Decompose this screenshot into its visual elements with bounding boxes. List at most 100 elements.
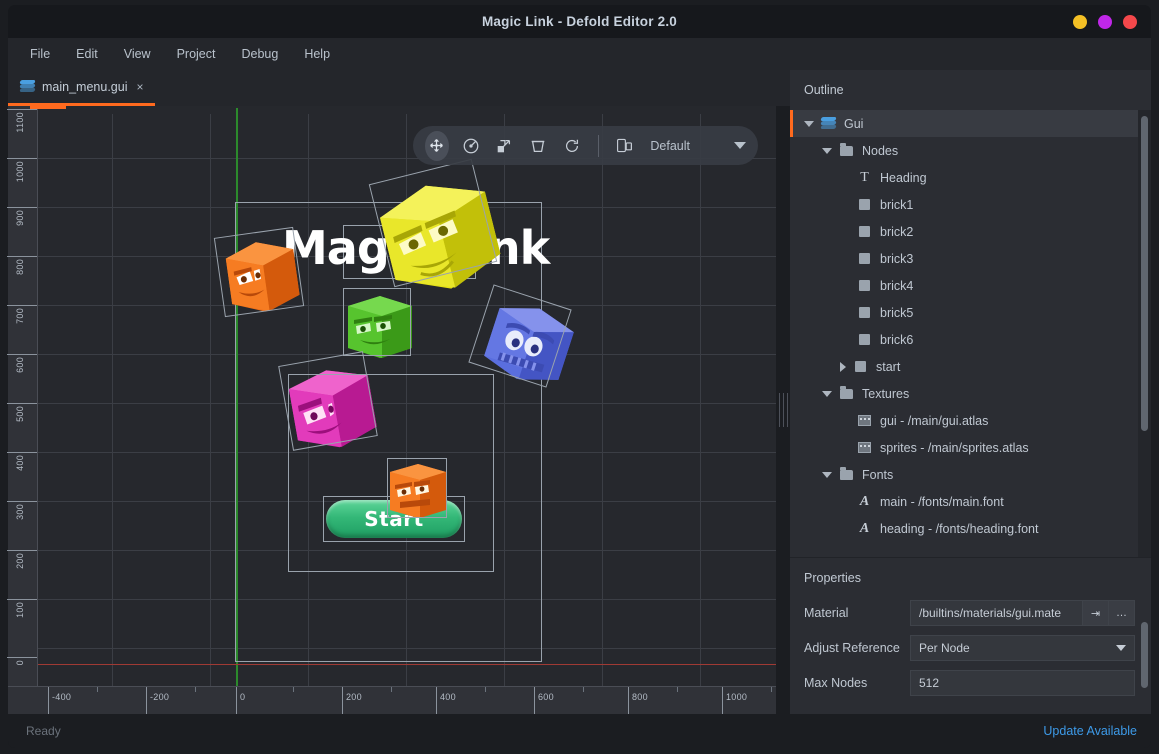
- outline-row-label: Nodes: [862, 144, 898, 158]
- outline-row-start[interactable]: start: [790, 353, 1151, 380]
- ruler-v-label: 900: [15, 210, 25, 226]
- outline-row-brick1[interactable]: brick1: [790, 191, 1151, 218]
- outline-row-label: gui - /main/gui.atlas: [880, 414, 988, 428]
- atlas-icon: [856, 415, 873, 426]
- outline-scrollbar-thumb[interactable]: [1141, 116, 1148, 431]
- close-button[interactable]: [1123, 15, 1137, 29]
- outline-row-main[interactable]: Amain - /fonts/main.font: [790, 488, 1151, 515]
- outline-row-brick2[interactable]: brick2: [790, 218, 1151, 245]
- tab-main-menu-gui[interactable]: main_menu.gui ×: [8, 70, 155, 106]
- twisty-open-icon[interactable]: [804, 121, 814, 127]
- outline-row-label: brick3: [880, 252, 913, 266]
- outline-row-brick6[interactable]: brick6: [790, 326, 1151, 353]
- scale-tool-button[interactable]: [493, 131, 517, 161]
- menu-item-file[interactable]: File: [30, 47, 50, 61]
- ruler-h-label: -400: [52, 692, 71, 702]
- update-available-link[interactable]: Update Available: [1043, 724, 1137, 738]
- outline-row-label: brick5: [880, 306, 913, 320]
- menu-item-debug[interactable]: Debug: [241, 47, 278, 61]
- outline-row-textures[interactable]: Textures: [790, 380, 1151, 407]
- outline-row-gui[interactable]: Gui: [790, 110, 1151, 137]
- outline-row-label: main - /fonts/main.font: [880, 495, 1004, 509]
- layout-label: Default: [650, 139, 690, 153]
- outline-row-heading[interactable]: T Heading: [790, 164, 1151, 191]
- outline-row-label: Textures: [862, 387, 909, 401]
- material-browse-button[interactable]: …: [1109, 600, 1135, 626]
- twisty-open-icon[interactable]: [822, 391, 832, 397]
- outline-row-label: brick6: [880, 333, 913, 347]
- box-node-icon: [852, 361, 869, 372]
- outline-row-gui[interactable]: gui - /main/gui.atlas: [790, 407, 1151, 434]
- outline-row-label: Gui: [844, 117, 863, 131]
- rotate-tool-button[interactable]: [459, 131, 483, 161]
- layers-icon: [820, 117, 837, 130]
- outline-row-heading[interactable]: Aheading - /fonts/heading.font: [790, 515, 1151, 542]
- material-field[interactable]: /builtins/materials/gui.mate: [910, 600, 1083, 626]
- outline-row-brick4[interactable]: brick4: [790, 272, 1151, 299]
- ruler-h-label: -200: [150, 692, 169, 702]
- menu-item-edit[interactable]: Edit: [76, 47, 98, 61]
- outline-row-fonts[interactable]: Fonts: [790, 461, 1151, 488]
- tab-label: main_menu.gui: [42, 80, 127, 94]
- move-tool-button[interactable]: [425, 131, 449, 161]
- maximize-button[interactable]: [1098, 15, 1112, 29]
- ruler-v-label: 1100: [15, 112, 25, 133]
- box-node-icon: [856, 226, 873, 237]
- panel-splitter[interactable]: [776, 106, 790, 714]
- outline-row-nodes[interactable]: Nodes: [790, 137, 1151, 164]
- menu-item-help[interactable]: Help: [304, 47, 330, 61]
- font-icon: A: [856, 495, 873, 509]
- outline-row-brick5[interactable]: brick5: [790, 299, 1151, 326]
- adjust-reference-select[interactable]: Per Node: [910, 635, 1135, 661]
- outline-row-brick3[interactable]: brick3: [790, 245, 1151, 272]
- twisty-open-icon[interactable]: [822, 472, 832, 478]
- outline-row-label: Fonts: [862, 468, 893, 482]
- properties-panel: Properties Material /builtins/materials/…: [790, 557, 1151, 714]
- menu-item-project[interactable]: Project: [177, 47, 216, 61]
- reset-tool-button[interactable]: [560, 131, 584, 161]
- delete-tool-button[interactable]: [526, 131, 550, 161]
- ruler-h-label: 600: [538, 692, 554, 702]
- scene-viewport[interactable]: [8, 106, 790, 714]
- x-axis-line: [30, 664, 790, 665]
- menu-bar: File Edit View Project Debug Help: [8, 38, 1151, 70]
- max-nodes-field[interactable]: 512: [910, 670, 1135, 696]
- device-icon[interactable]: [613, 131, 637, 161]
- box-node-icon: [856, 253, 873, 264]
- box-node-icon: [856, 307, 873, 318]
- material-label: Material: [804, 606, 910, 620]
- font-icon: A: [856, 522, 873, 536]
- property-row-material: Material /builtins/materials/gui.mate ⇥ …: [790, 598, 1151, 628]
- twisty-closed-icon[interactable]: [840, 362, 846, 372]
- text-node-icon: T: [856, 171, 873, 185]
- folder-icon: [838, 470, 855, 480]
- tab-bar: main_menu.gui ×: [8, 70, 790, 106]
- y-axis-line: [236, 108, 238, 688]
- chevron-down-icon[interactable]: [734, 142, 746, 149]
- ruler-v-label: 700: [15, 308, 25, 324]
- outline-row-label: brick4: [880, 279, 913, 293]
- outline-row-sprites[interactable]: sprites - /main/sprites.atlas: [790, 434, 1151, 461]
- box-node-icon: [856, 199, 873, 210]
- vertical-ruler: 1100 1000 900 800 700 600 500 400 300 20…: [8, 106, 38, 686]
- properties-title: Properties: [790, 558, 1151, 598]
- window-controls: [1073, 15, 1137, 29]
- ruler-v-label: 500: [15, 406, 25, 422]
- menu-item-view[interactable]: View: [124, 47, 151, 61]
- outline-row-label: brick1: [880, 198, 913, 212]
- minimize-button[interactable]: [1073, 15, 1087, 29]
- tab-close-icon[interactable]: ×: [136, 80, 143, 94]
- outline-tree[interactable]: Gui Nodes T Heading brick1 brick2 brick3 brick4…: [790, 110, 1151, 557]
- folder-icon: [838, 146, 855, 156]
- outline-row-label: brick2: [880, 225, 913, 239]
- adjust-reference-value: Per Node: [919, 641, 970, 655]
- twisty-open-icon[interactable]: [822, 148, 832, 154]
- outline-row-label: sprites - /main/sprites.atlas: [880, 441, 1029, 455]
- properties-scrollbar-thumb[interactable]: [1141, 622, 1148, 688]
- material-goto-button[interactable]: ⇥: [1083, 600, 1109, 626]
- folder-icon: [838, 389, 855, 399]
- ruler-v-label: 0: [15, 660, 25, 665]
- outline-row-label: Heading: [880, 171, 927, 185]
- outline-row-label: heading - /fonts/heading.font: [880, 522, 1038, 536]
- splitter-grip: [779, 393, 788, 427]
